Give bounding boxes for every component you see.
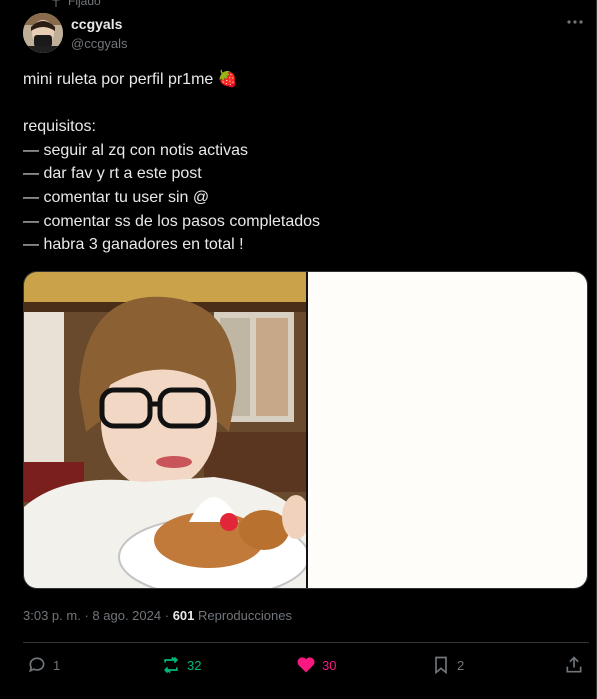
tweet-line: — comentar tu user sin @ xyxy=(23,188,210,206)
avatar-image xyxy=(23,13,63,53)
reply-count: 1 xyxy=(53,657,61,673)
tweet-line: — dar fav y rt a este post xyxy=(23,165,202,183)
share-button[interactable] xyxy=(564,655,584,675)
tweet-meta: 3:03 p. m. · 8 ago. 2024 · 601 Reproducc… xyxy=(23,608,292,623)
like-button[interactable]: 30 xyxy=(296,655,336,675)
media-blank-image[interactable] xyxy=(308,272,587,588)
meta-separator: · xyxy=(164,608,170,623)
views-count: 601 xyxy=(172,608,195,623)
author-display-name[interactable]: ccgyals xyxy=(71,15,128,34)
tweet-line: — comentar ss de los pasos completados xyxy=(23,212,321,230)
media-photo[interactable] xyxy=(24,272,306,588)
meta-separator: · xyxy=(84,608,89,623)
bookmark-icon xyxy=(435,656,447,675)
pin-icon xyxy=(52,0,60,7)
tweet-line: — habra 3 ganadores en total ! xyxy=(23,236,244,254)
tweet-line: mini ruleta por perfil pr1me 🍓 xyxy=(23,71,238,88)
tweet-time[interactable]: 3:03 p. m. xyxy=(23,608,81,623)
heart-icon xyxy=(297,657,315,673)
pinned-indicator: Fijado xyxy=(50,0,101,8)
share-icon xyxy=(566,656,582,673)
bookmark-count: 2 xyxy=(457,657,465,673)
author-handle[interactable]: @ccgyals xyxy=(71,34,128,53)
tweet-text: mini ruleta por perfil pr1me 🍓 requisito… xyxy=(23,68,563,257)
bookmark-button[interactable]: 2 xyxy=(431,655,464,675)
more-options-icon[interactable] xyxy=(565,12,585,32)
reply-icon xyxy=(29,657,45,673)
actions-divider xyxy=(23,642,589,643)
tweet-line: — seguir al zq con notis activas xyxy=(23,141,248,159)
author-block[interactable]: ccgyals @ccgyals xyxy=(71,15,128,53)
tweet-media[interactable] xyxy=(23,271,588,589)
photo-illustration xyxy=(24,272,306,588)
tweet-line: requisitos: xyxy=(23,118,96,136)
views-label: Reproducciones xyxy=(198,608,292,623)
repost-icon xyxy=(163,656,179,674)
action-bar: 1 32 30 2 xyxy=(23,655,589,681)
reply-button[interactable]: 1 xyxy=(27,655,60,675)
pinned-label: Fijado xyxy=(68,0,101,8)
like-count: 30 xyxy=(322,657,337,673)
repost-button[interactable]: 32 xyxy=(161,655,201,675)
tweet-date[interactable]: 8 ago. 2024 xyxy=(92,608,161,623)
avatar[interactable] xyxy=(23,13,63,53)
repost-count: 32 xyxy=(187,657,202,673)
